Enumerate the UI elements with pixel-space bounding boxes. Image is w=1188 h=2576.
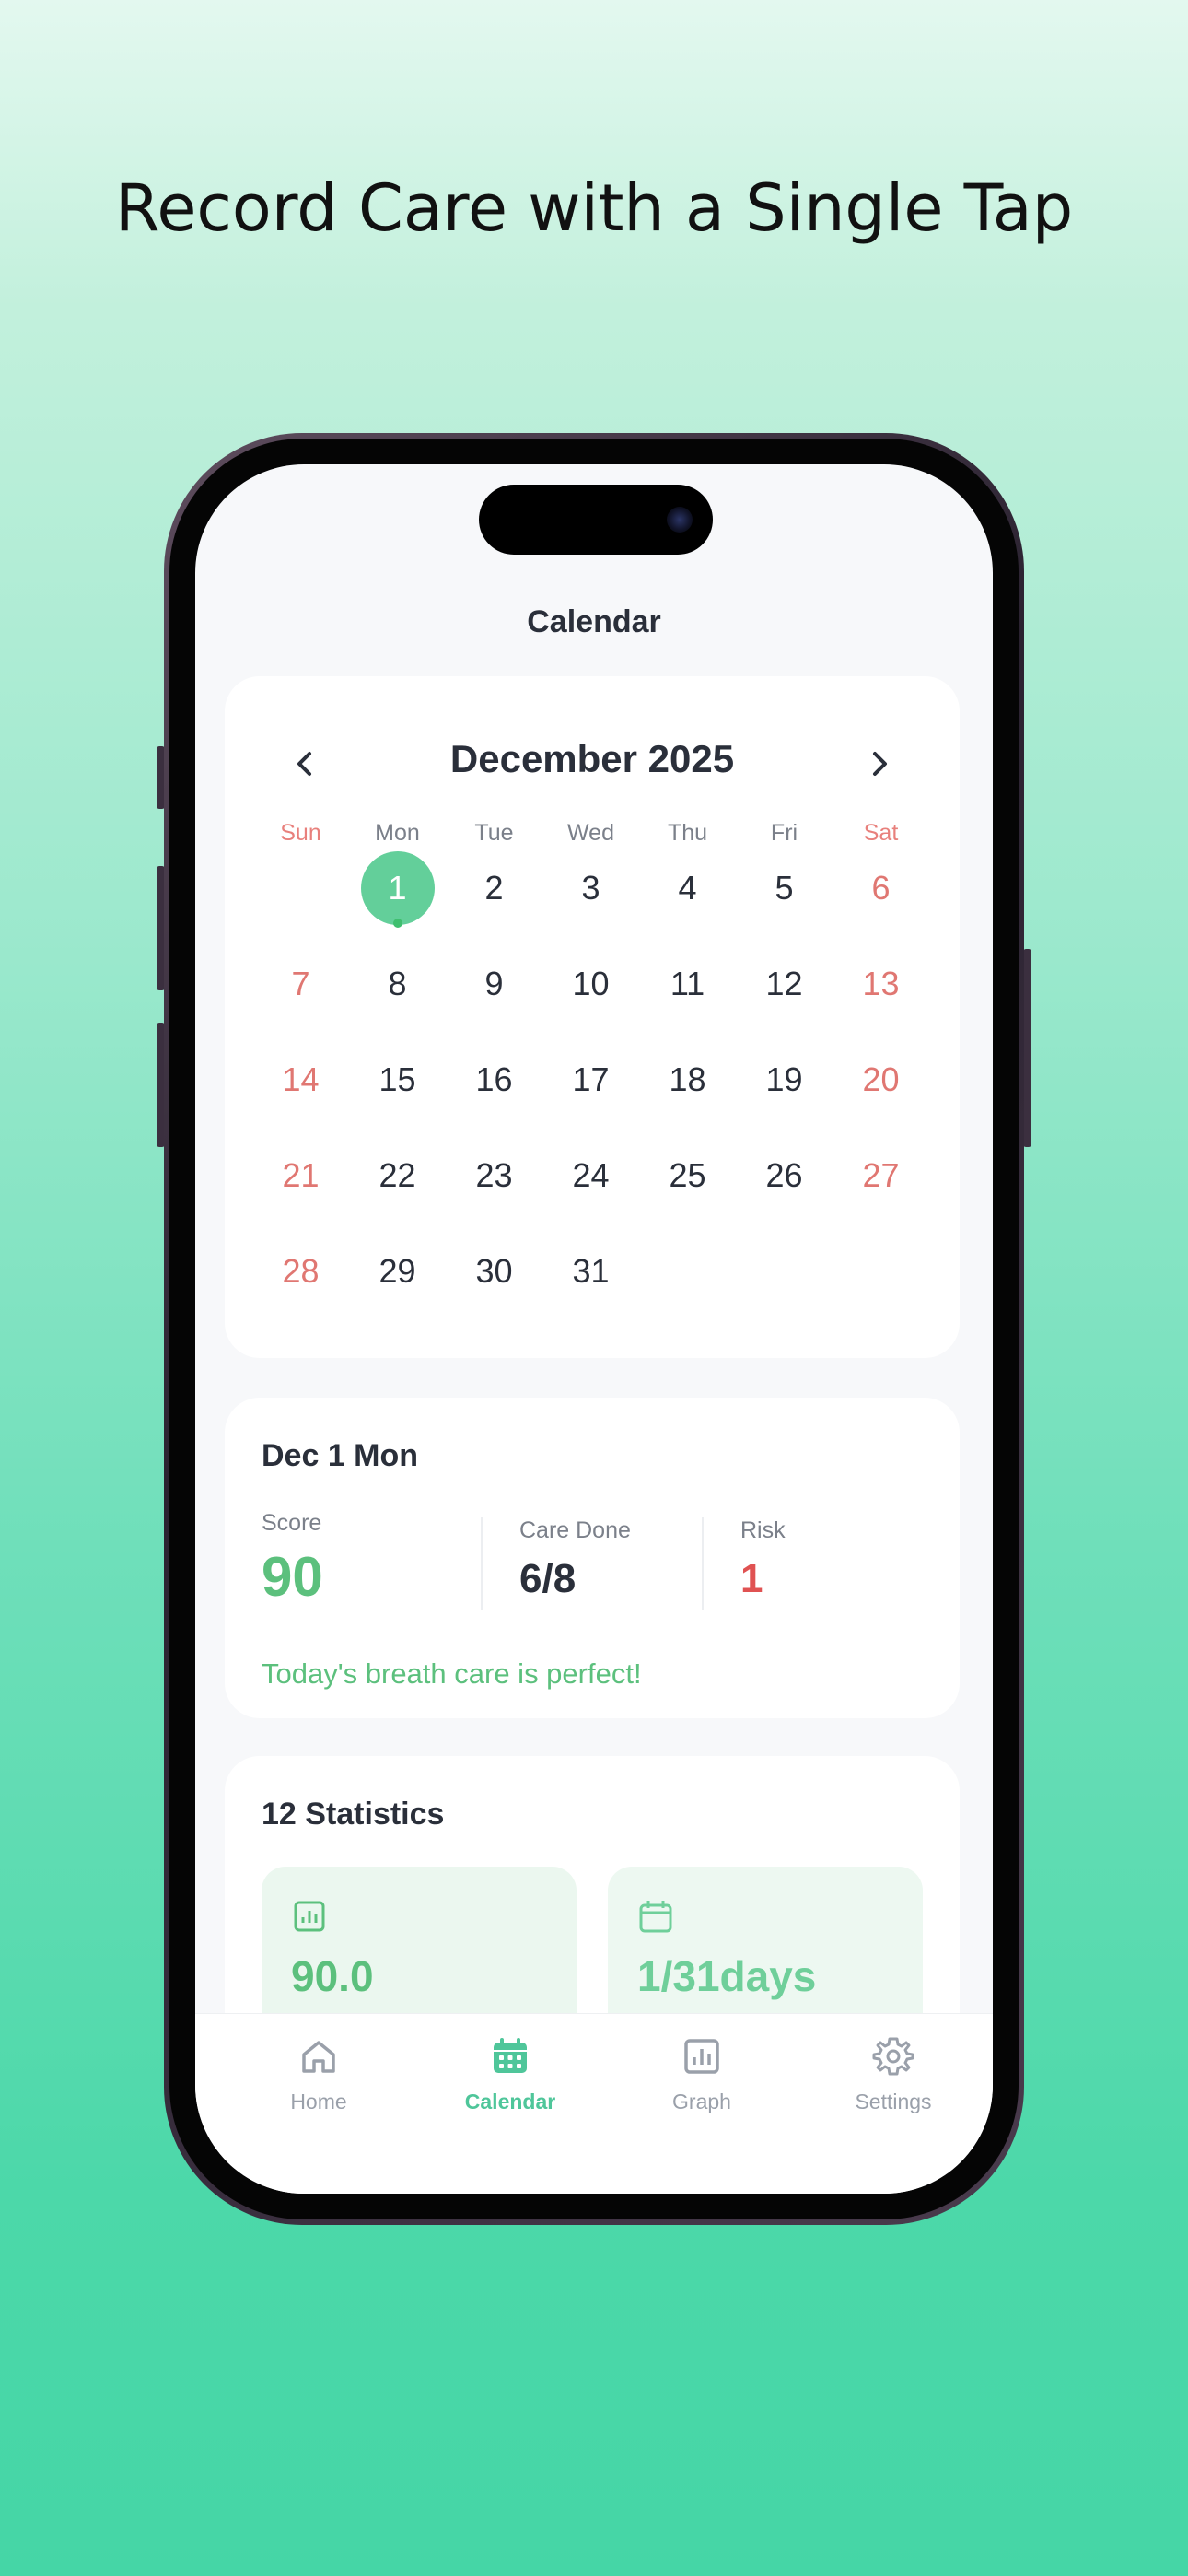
calendar-icon — [494, 2038, 527, 2073]
calendar-day[interactable]: 24 — [542, 1139, 639, 1212]
calendar-card: December 2025 Sun Mon Tue Wed Thu Fri Sat 1234… — [225, 676, 960, 1358]
phone-bezel: Calendar December 2025 Sun Mon Tue Wed Thu Fr… — [169, 439, 1019, 2219]
phone-frame: Calendar December 2025 Sun Mon Tue Wed Thu Fr… — [164, 433, 1024, 2225]
calendar-day[interactable]: 13 — [833, 947, 929, 1021]
weekday-label: Tue — [474, 820, 514, 846]
calendar-day[interactable]: 14 — [252, 1043, 349, 1117]
calendar-day[interactable]: 15 — [349, 1043, 446, 1117]
calendar-day[interactable]: 11 — [639, 947, 736, 1021]
calendar-day[interactable]: 31 — [542, 1235, 639, 1308]
weekday-label: Fri — [770, 820, 798, 846]
calendar-day[interactable]: 4 — [639, 851, 736, 925]
tab-bar: Home Calendar Graph Settings — [195, 2013, 993, 2194]
calendar-day[interactable]: 7 — [252, 947, 349, 1021]
calendar-day[interactable]: 2 — [446, 851, 542, 925]
weekday-label: Mon — [375, 820, 420, 846]
calendar-day[interactable]: 19 — [736, 1043, 833, 1117]
care-message: Today's breath care is perfect! — [262, 1657, 642, 1690]
weekday-label: Thu — [667, 820, 708, 846]
camera-icon — [667, 507, 693, 533]
calendar-day[interactable]: 3 — [542, 851, 639, 925]
care-done-value: 6/8 — [519, 1556, 577, 1601]
tab-graph[interactable]: Graph — [628, 2034, 775, 2114]
weekday-label: Sun — [280, 820, 321, 846]
calendar-day[interactable]: 5 — [736, 851, 833, 925]
calendar-day[interactable]: 17 — [542, 1043, 639, 1117]
screen-title: Calendar — [527, 604, 661, 639]
care-done-label: Care Done — [519, 1517, 631, 1543]
divider — [702, 1517, 704, 1610]
risk-value: 1 — [740, 1556, 763, 1601]
app-screen: Calendar December 2025 Sun Mon Tue Wed Thu Fr… — [195, 464, 993, 2194]
calendar-day[interactable]: 29 — [349, 1235, 446, 1308]
tab-home[interactable]: Home — [245, 2034, 392, 2114]
score-value: 90 — [262, 1546, 323, 1608]
calendar-day[interactable]: 1 — [349, 851, 446, 925]
gear-icon — [872, 2037, 914, 2076]
weekday-label: Sat — [863, 820, 899, 846]
tab-label: Settings — [855, 2090, 932, 2113]
bar-chart-icon — [294, 1901, 325, 1932]
weekday-label: Wed — [567, 820, 614, 846]
calendar-day[interactable]: 27 — [833, 1139, 929, 1212]
graph-icon — [684, 2039, 719, 2074]
tab-label: Calendar — [464, 2090, 556, 2113]
calendar-day[interactable]: 28 — [252, 1235, 349, 1308]
home-icon — [302, 2041, 335, 2073]
calendar-day[interactable]: 23 — [446, 1139, 542, 1212]
calendar-day[interactable]: 30 — [446, 1235, 542, 1308]
day-summary-card: Dec 1 Mon Score 90 Care Done 6/8 Risk 1 … — [225, 1398, 960, 1718]
calendar-day[interactable]: 8 — [349, 947, 446, 1021]
phone-power-button — [1023, 949, 1031, 1147]
chevron-right-icon[interactable] — [856, 741, 903, 787]
tab-label: Graph — [672, 2090, 731, 2113]
tab-label: Home — [290, 2090, 347, 2113]
calendar-icon — [639, 1901, 672, 1933]
calendar-day[interactable]: 9 — [446, 947, 542, 1021]
statistics-title: 12 Statistics — [262, 1797, 445, 1832]
calendar-day[interactable]: 25 — [639, 1139, 736, 1212]
calendar-day[interactable]: 20 — [833, 1043, 929, 1117]
calendar-day[interactable]: 12 — [736, 947, 833, 1021]
calendar-month-label: December 2025 — [449, 737, 735, 780]
summary-date: Dec 1 Mon — [262, 1438, 419, 1473]
calendar-header: December 2025 — [225, 737, 960, 792]
score-label: Score — [262, 1510, 322, 1536]
calendar-day[interactable]: 26 — [736, 1139, 833, 1212]
risk-label: Risk — [740, 1517, 786, 1543]
calendar-day[interactable]: 18 — [639, 1043, 736, 1117]
calendar-day[interactable]: 10 — [542, 947, 639, 1021]
calendar-day[interactable]: 21 — [252, 1139, 349, 1212]
stat-tile-value: 90.0 — [291, 1952, 374, 2000]
dynamic-island — [479, 485, 713, 555]
headline: Record Care with a Single Tap — [114, 170, 1074, 246]
stat-tile-value: 1/31days — [637, 1952, 817, 2000]
divider — [481, 1517, 483, 1610]
tab-calendar[interactable]: Calendar — [437, 2034, 584, 2114]
calendar-day[interactable]: 6 — [833, 851, 929, 925]
tab-settings[interactable]: Settings — [820, 2034, 967, 2114]
calendar-day[interactable]: 16 — [446, 1043, 542, 1117]
calendar-day[interactable]: 22 — [349, 1139, 446, 1212]
